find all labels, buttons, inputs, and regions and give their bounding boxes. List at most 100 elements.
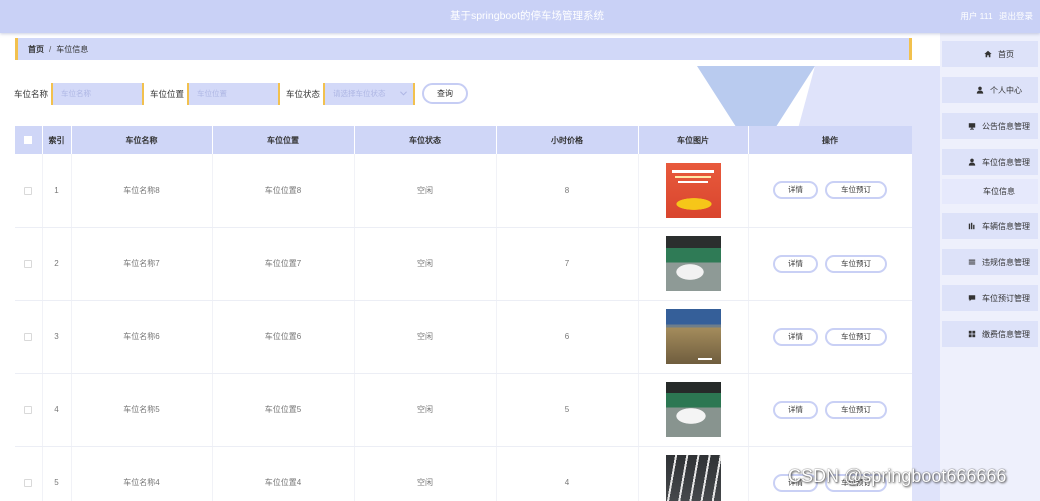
index-cell: 1 [42, 154, 72, 228]
space-name-placeholder: 车位名称 [61, 89, 91, 98]
space-status-cell: 空闲 [354, 300, 497, 374]
logout-link[interactable]: 退出登录 [999, 11, 1033, 21]
parking-space-image [665, 309, 721, 364]
sidebar-item-parking-spaces[interactable]: 车位信息管理 [942, 149, 1038, 175]
table-row: 2 车位名称7 车位位置7 空闲 7 详情 车位预订 [15, 227, 912, 301]
hourly-price-cell: 6 [496, 300, 639, 374]
detail-button[interactable]: 详情 [773, 400, 818, 419]
space-position-input[interactable]: 车位位置 [187, 83, 280, 105]
sidebar-item-label: 缴费信息管理 [982, 329, 1030, 339]
detail-button[interactable]: 详情 [773, 327, 818, 346]
sidebar-item-label: 公告信息管理 [982, 121, 1030, 131]
sidebar-menu: 首页 个人中心 公告信息管理 车位信息管理 车位信息 车辆信息管理 违规信息管理… [940, 33, 1040, 501]
row-checkbox-cell [15, 446, 43, 501]
row-checkbox-cell [15, 154, 43, 228]
monitor-icon [968, 123, 976, 130]
sidebar-item-payments[interactable]: 缴费信息管理 [942, 321, 1038, 347]
select-all-checkbox[interactable] [24, 136, 33, 145]
reserve-button[interactable]: 车位预订 [825, 254, 887, 273]
table-header-row: 索引 车位名称 车位位置 车位状态 小时价格 车位图片 操作 [15, 126, 912, 154]
row-checkbox[interactable] [24, 478, 33, 487]
space-position-placeholder: 车位位置 [197, 89, 227, 98]
space-position-cell: 车位位置7 [212, 227, 355, 301]
row-checkbox-cell [15, 227, 43, 301]
space-name-cell: 车位名称6 [71, 300, 213, 374]
column-header-name: 车位名称 [71, 126, 213, 154]
space-name-cell: 车位名称4 [71, 446, 213, 501]
select-all-header [15, 126, 43, 154]
column-header-price: 小时价格 [496, 126, 639, 154]
actions-cell: 详情 车位预订 [748, 300, 912, 374]
user-icon [976, 86, 984, 94]
actions-cell: 详情 车位预订 [748, 373, 912, 447]
table-row: 1 车位名称8 车位位置8 空闲 8 详情 车位预订 [15, 154, 912, 228]
space-status-cell: 空闲 [354, 227, 497, 301]
table-row: 5 车位名称4 车位位置4 空闲 4 详情 车位预订 [15, 446, 912, 501]
space-status-cell: 空闲 [354, 373, 497, 447]
space-name-input[interactable]: 车位名称 [51, 83, 144, 105]
space-image-cell [638, 300, 749, 374]
sidebar-item-label: 车位信息管理 [982, 157, 1030, 167]
sidebar-item-home[interactable]: 首页 [942, 41, 1038, 67]
space-position-cell: 车位位置8 [212, 154, 355, 228]
detail-button[interactable]: 详情 [773, 254, 818, 273]
chevron-down-icon [400, 91, 407, 96]
breadcrumb: 首页 / 车位信息 [15, 38, 912, 60]
row-checkbox[interactable] [24, 332, 33, 341]
row-checkbox[interactable] [24, 186, 33, 195]
column-header-status: 车位状态 [354, 126, 497, 154]
column-header-actions: 操作 [748, 126, 912, 154]
column-header-image: 车位图片 [638, 126, 749, 154]
hourly-price-cell: 8 [496, 154, 639, 228]
space-name-label: 车位名称 [14, 89, 49, 99]
sidebar-item-notices[interactable]: 公告信息管理 [942, 113, 1038, 139]
sidebar-item-label: 个人中心 [990, 85, 1022, 95]
column-header-index: 索引 [42, 126, 72, 154]
breadcrumb-home[interactable]: 首页 [28, 44, 44, 55]
column-header-position: 车位位置 [212, 126, 355, 154]
watermark: CSDN @springboot666666 [788, 466, 1007, 486]
parking-space-image [665, 236, 721, 291]
sidebar-item-vehicles[interactable]: 车辆信息管理 [942, 213, 1038, 239]
space-status-cell: 空闲 [354, 154, 497, 228]
sidebar-item-violations[interactable]: 违规信息管理 [942, 249, 1038, 275]
row-checkbox[interactable] [24, 259, 33, 268]
app-window: 基于springboot的停车场管理系统 用户 111 退出登录 首页 / 车位… [0, 0, 1040, 501]
reserve-button[interactable]: 车位预订 [825, 181, 887, 200]
username: 用户 111 [960, 11, 993, 21]
sidebar-item-profile[interactable]: 个人中心 [942, 77, 1038, 103]
actions-cell: 详情 车位预订 [748, 227, 912, 301]
home-icon [984, 50, 992, 58]
hourly-price-cell: 4 [496, 446, 639, 501]
space-name-cell: 车位名称8 [71, 154, 213, 228]
sidebar-item-label: 违规信息管理 [982, 257, 1030, 267]
sidebar-subitem-parking-space-info[interactable]: 车位信息 [942, 179, 1038, 204]
row-checkbox-cell [15, 373, 43, 447]
sidebar-item-label: 车辆信息管理 [982, 221, 1030, 231]
space-position-cell: 车位位置5 [212, 373, 355, 447]
space-position-cell: 车位位置6 [212, 300, 355, 374]
detail-button[interactable]: 详情 [773, 181, 818, 200]
top-header: 基于springboot的停车场管理系统 用户 111 退出登录 [0, 0, 1040, 33]
space-position-label: 车位位置 [150, 89, 185, 99]
sidebar-item-reservations[interactable]: 车位预订管理 [942, 285, 1038, 311]
user-icon [968, 158, 976, 166]
list-icon [968, 259, 976, 265]
row-checkbox-cell [15, 300, 43, 374]
parking-space-image [665, 162, 721, 218]
actions-cell: 详情 车位预订 [748, 154, 912, 228]
space-status-select[interactable]: 请选择车位状态 [323, 83, 415, 105]
query-button[interactable]: 查询 [422, 83, 468, 104]
bar-chart-icon [968, 222, 975, 230]
reserve-button[interactable]: 车位预订 [825, 327, 887, 346]
row-checkbox[interactable] [24, 405, 33, 414]
reserve-button[interactable]: 车位预订 [825, 400, 887, 419]
hourly-price-cell: 5 [496, 373, 639, 447]
table-row: 3 车位名称6 车位位置6 空闲 6 详情 车位预订 [15, 300, 912, 374]
chat-icon [968, 295, 976, 302]
table-row: 4 车位名称5 车位位置5 空闲 5 详情 车位预订 [15, 373, 912, 447]
hourly-price-cell: 7 [496, 227, 639, 301]
space-name-cell: 车位名称5 [71, 373, 213, 447]
parking-space-image [665, 455, 721, 501]
app-title: 基于springboot的停车场管理系统 [449, 10, 605, 22]
